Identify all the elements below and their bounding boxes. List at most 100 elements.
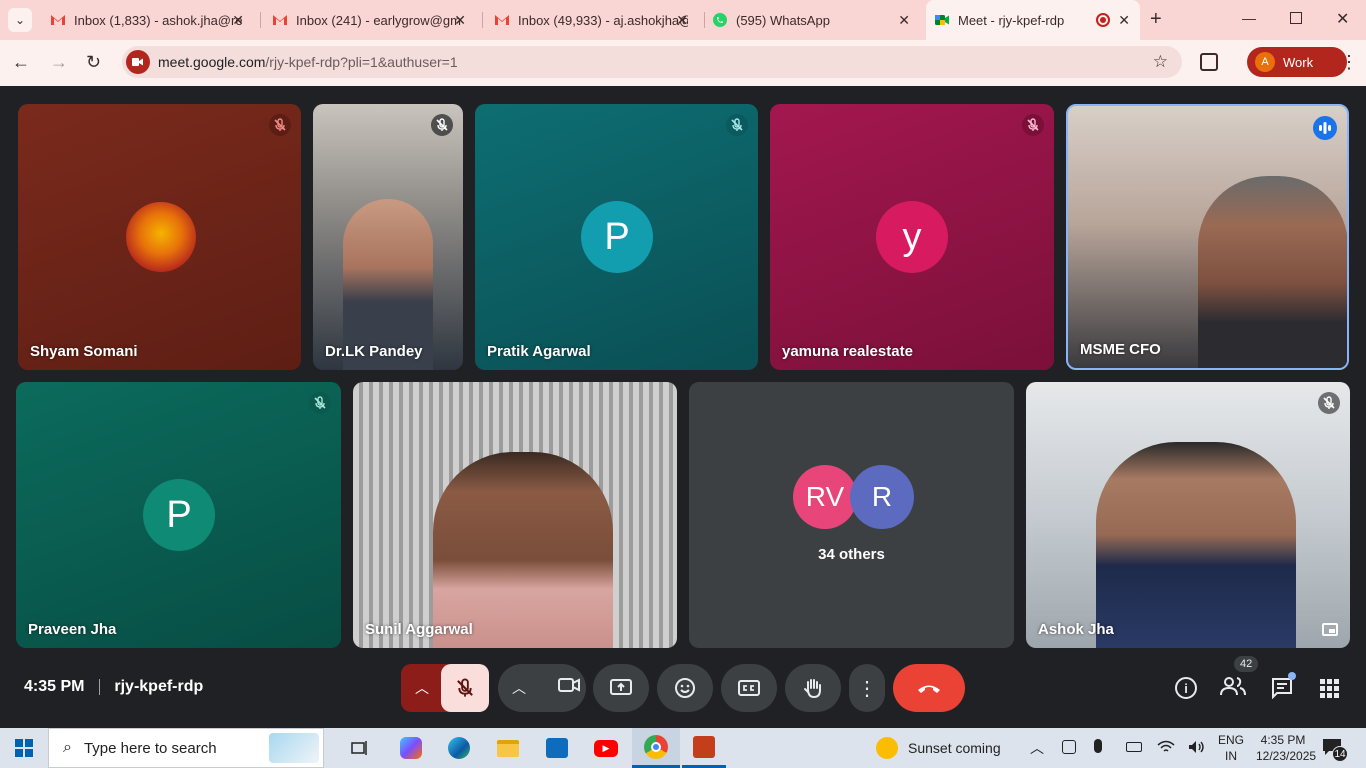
tab-close-icon[interactable]: ✕ <box>676 12 688 29</box>
forward-icon[interactable]: → <box>50 52 68 73</box>
participant-tile[interactable]: Dr.LK Pandey <box>313 104 463 370</box>
picture-in-picture-icon[interactable] <box>1322 623 1338 636</box>
new-tab-button[interactable]: + <box>1150 8 1162 31</box>
microphone-tray-icon[interactable] <box>1094 739 1102 753</box>
tab-close-icon[interactable]: ✕ <box>454 12 466 29</box>
taskbar-search-box[interactable]: ⌕ Type here to search <box>48 728 324 768</box>
tab-search-button[interactable]: ⌄ <box>8 8 32 32</box>
muted-mic-icon <box>269 114 291 136</box>
volume-icon[interactable] <box>1188 740 1206 754</box>
people-button[interactable]: 42 <box>1220 656 1259 701</box>
reload-icon[interactable]: ↻ <box>86 52 101 73</box>
audio-options-button[interactable]: ︿ <box>401 664 489 712</box>
search-icon: ⌕ <box>63 739 72 756</box>
language-code: ENG <box>1218 733 1245 747</box>
recording-icon <box>1096 13 1110 27</box>
bookmark-star-icon[interactable]: ☆ <box>1153 52 1168 72</box>
others-avatar: RV <box>793 465 857 529</box>
language-indicator[interactable]: ENG IN <box>1218 732 1244 764</box>
present-screen-icon <box>610 679 632 695</box>
captions-button[interactable] <box>721 664 777 712</box>
participant-tile[interactable]: Shyam Somani <box>18 104 301 370</box>
reactions-button[interactable] <box>657 664 713 712</box>
edge-icon[interactable] <box>443 728 475 768</box>
hang-up-icon <box>918 685 940 693</box>
search-highlight-image <box>269 733 319 763</box>
address-bar[interactable]: meet.google.com/rjy-kpef-rdp?pli=1&authu… <box>122 46 1182 78</box>
participant-tile[interactable]: P Praveen Jha <box>16 382 341 648</box>
site-info-icon[interactable] <box>126 50 150 74</box>
show-hidden-icons-icon[interactable]: ︿ <box>1030 738 1044 758</box>
participant-tile[interactable]: y yamuna realestate <box>770 104 1054 370</box>
start-button[interactable] <box>0 728 48 768</box>
tab-meet[interactable]: Meet - rjy-kpef-rdp ✕ <box>926 0 1140 40</box>
gmail-icon <box>495 15 509 25</box>
task-view-icon[interactable] <box>344 728 376 768</box>
tab-close-icon[interactable]: ✕ <box>1118 12 1130 29</box>
chevron-up-icon: ︿ <box>512 680 526 696</box>
back-icon[interactable]: ← <box>12 52 30 73</box>
participant-tile-active-speaker[interactable]: MSME CFO <box>1066 104 1349 370</box>
participant-tile-self[interactable]: Ashok Jha <box>1026 382 1350 648</box>
weather-widget[interactable]: Sunset coming <box>876 728 1001 768</box>
meet-tray-icon[interactable] <box>1062 740 1076 754</box>
participant-name: Sunil Aggarwal <box>365 621 473 638</box>
tab-whatsapp[interactable]: (595) WhatsApp ✕ <box>706 0 920 40</box>
tab-close-icon[interactable]: ✕ <box>232 12 244 29</box>
participant-tile[interactable]: Sunil Aggarwal <box>353 382 677 648</box>
tab-gmail-1[interactable]: Inbox (1,833) - ashok.jha@re ✕ <box>40 0 254 40</box>
powerpoint-icon[interactable] <box>682 728 726 768</box>
whatsapp-icon <box>713 13 727 27</box>
chrome-icon[interactable] <box>632 728 680 768</box>
browser-toolbar: ← → ↻ meet.google.com/rjy-kpef-rdp?pli=1… <box>0 40 1366 86</box>
camera-options-button[interactable]: ︿ <box>498 664 586 712</box>
extensions-icon[interactable] <box>1200 53 1218 71</box>
chevron-up-icon: ︿ <box>415 680 429 696</box>
participant-name: Praveen Jha <box>28 621 117 638</box>
tab-divider <box>260 12 261 28</box>
url-host: meet.google.com <box>158 54 266 70</box>
microphone-toggle-button[interactable] <box>441 664 489 712</box>
wifi-icon[interactable] <box>1157 740 1175 754</box>
others-avatar: R <box>850 465 914 529</box>
system-clock[interactable]: 4:35 PM 12/23/2025 <box>1256 732 1316 764</box>
youtube-icon[interactable]: ▶ <box>590 728 622 768</box>
gmail-icon <box>273 15 287 25</box>
chat-button[interactable] <box>1271 672 1296 704</box>
profile-label: Work <box>1283 54 1314 70</box>
gmail-icon <box>51 15 65 25</box>
leave-call-button[interactable] <box>893 664 965 712</box>
meet-icon <box>935 15 949 25</box>
participant-tile[interactable]: P Pratik Agarwal <box>475 104 758 370</box>
restore-button[interactable] <box>1290 12 1302 24</box>
profile-button[interactable]: A Work <box>1247 47 1347 77</box>
chat-icon <box>1272 678 1292 700</box>
browser-menu-icon[interactable]: ⋮ <box>1340 52 1358 73</box>
outlook-icon[interactable] <box>541 728 573 768</box>
tab-gmail-2[interactable]: Inbox (241) - earlygrow@gm ✕ <box>262 0 476 40</box>
windows-taskbar: ⌕ Type here to search ▶ Sunset coming ︿ … <box>0 728 1366 768</box>
participant-name: Dr.LK Pandey <box>325 343 423 360</box>
raise-hand-button[interactable] <box>785 664 841 712</box>
more-options-button[interactable]: ⋮ <box>849 664 885 712</box>
camera-toggle-button[interactable] <box>558 676 580 699</box>
present-screen-button[interactable] <box>593 664 649 712</box>
minimize-button[interactable]: — <box>1242 10 1256 26</box>
muted-mic-icon <box>309 392 331 414</box>
battery-icon[interactable] <box>1126 742 1142 752</box>
participant-video-feed <box>433 452 613 648</box>
tab-title: Inbox (1,833) - ashok.jha@re <box>74 12 243 28</box>
sun-icon <box>876 737 898 759</box>
others-tile[interactable]: RV R 34 others <box>689 382 1014 648</box>
copilot-icon[interactable] <box>395 728 427 768</box>
tab-close-icon[interactable]: ✕ <box>898 12 910 29</box>
mic-off-icon <box>457 678 473 697</box>
file-explorer-icon[interactable] <box>492 728 524 768</box>
close-window-button[interactable]: ✕ <box>1336 9 1349 29</box>
activities-button[interactable] <box>1320 679 1339 698</box>
meeting-details-icon[interactable]: i <box>1175 677 1197 699</box>
participant-video-feed <box>1198 176 1347 368</box>
speaking-indicator-icon <box>1313 116 1337 140</box>
notification-center-button[interactable]: 14 <box>1322 738 1348 762</box>
tab-gmail-3[interactable]: Inbox (49,933) - aj.ashokjha@ ✕ <box>484 0 698 40</box>
